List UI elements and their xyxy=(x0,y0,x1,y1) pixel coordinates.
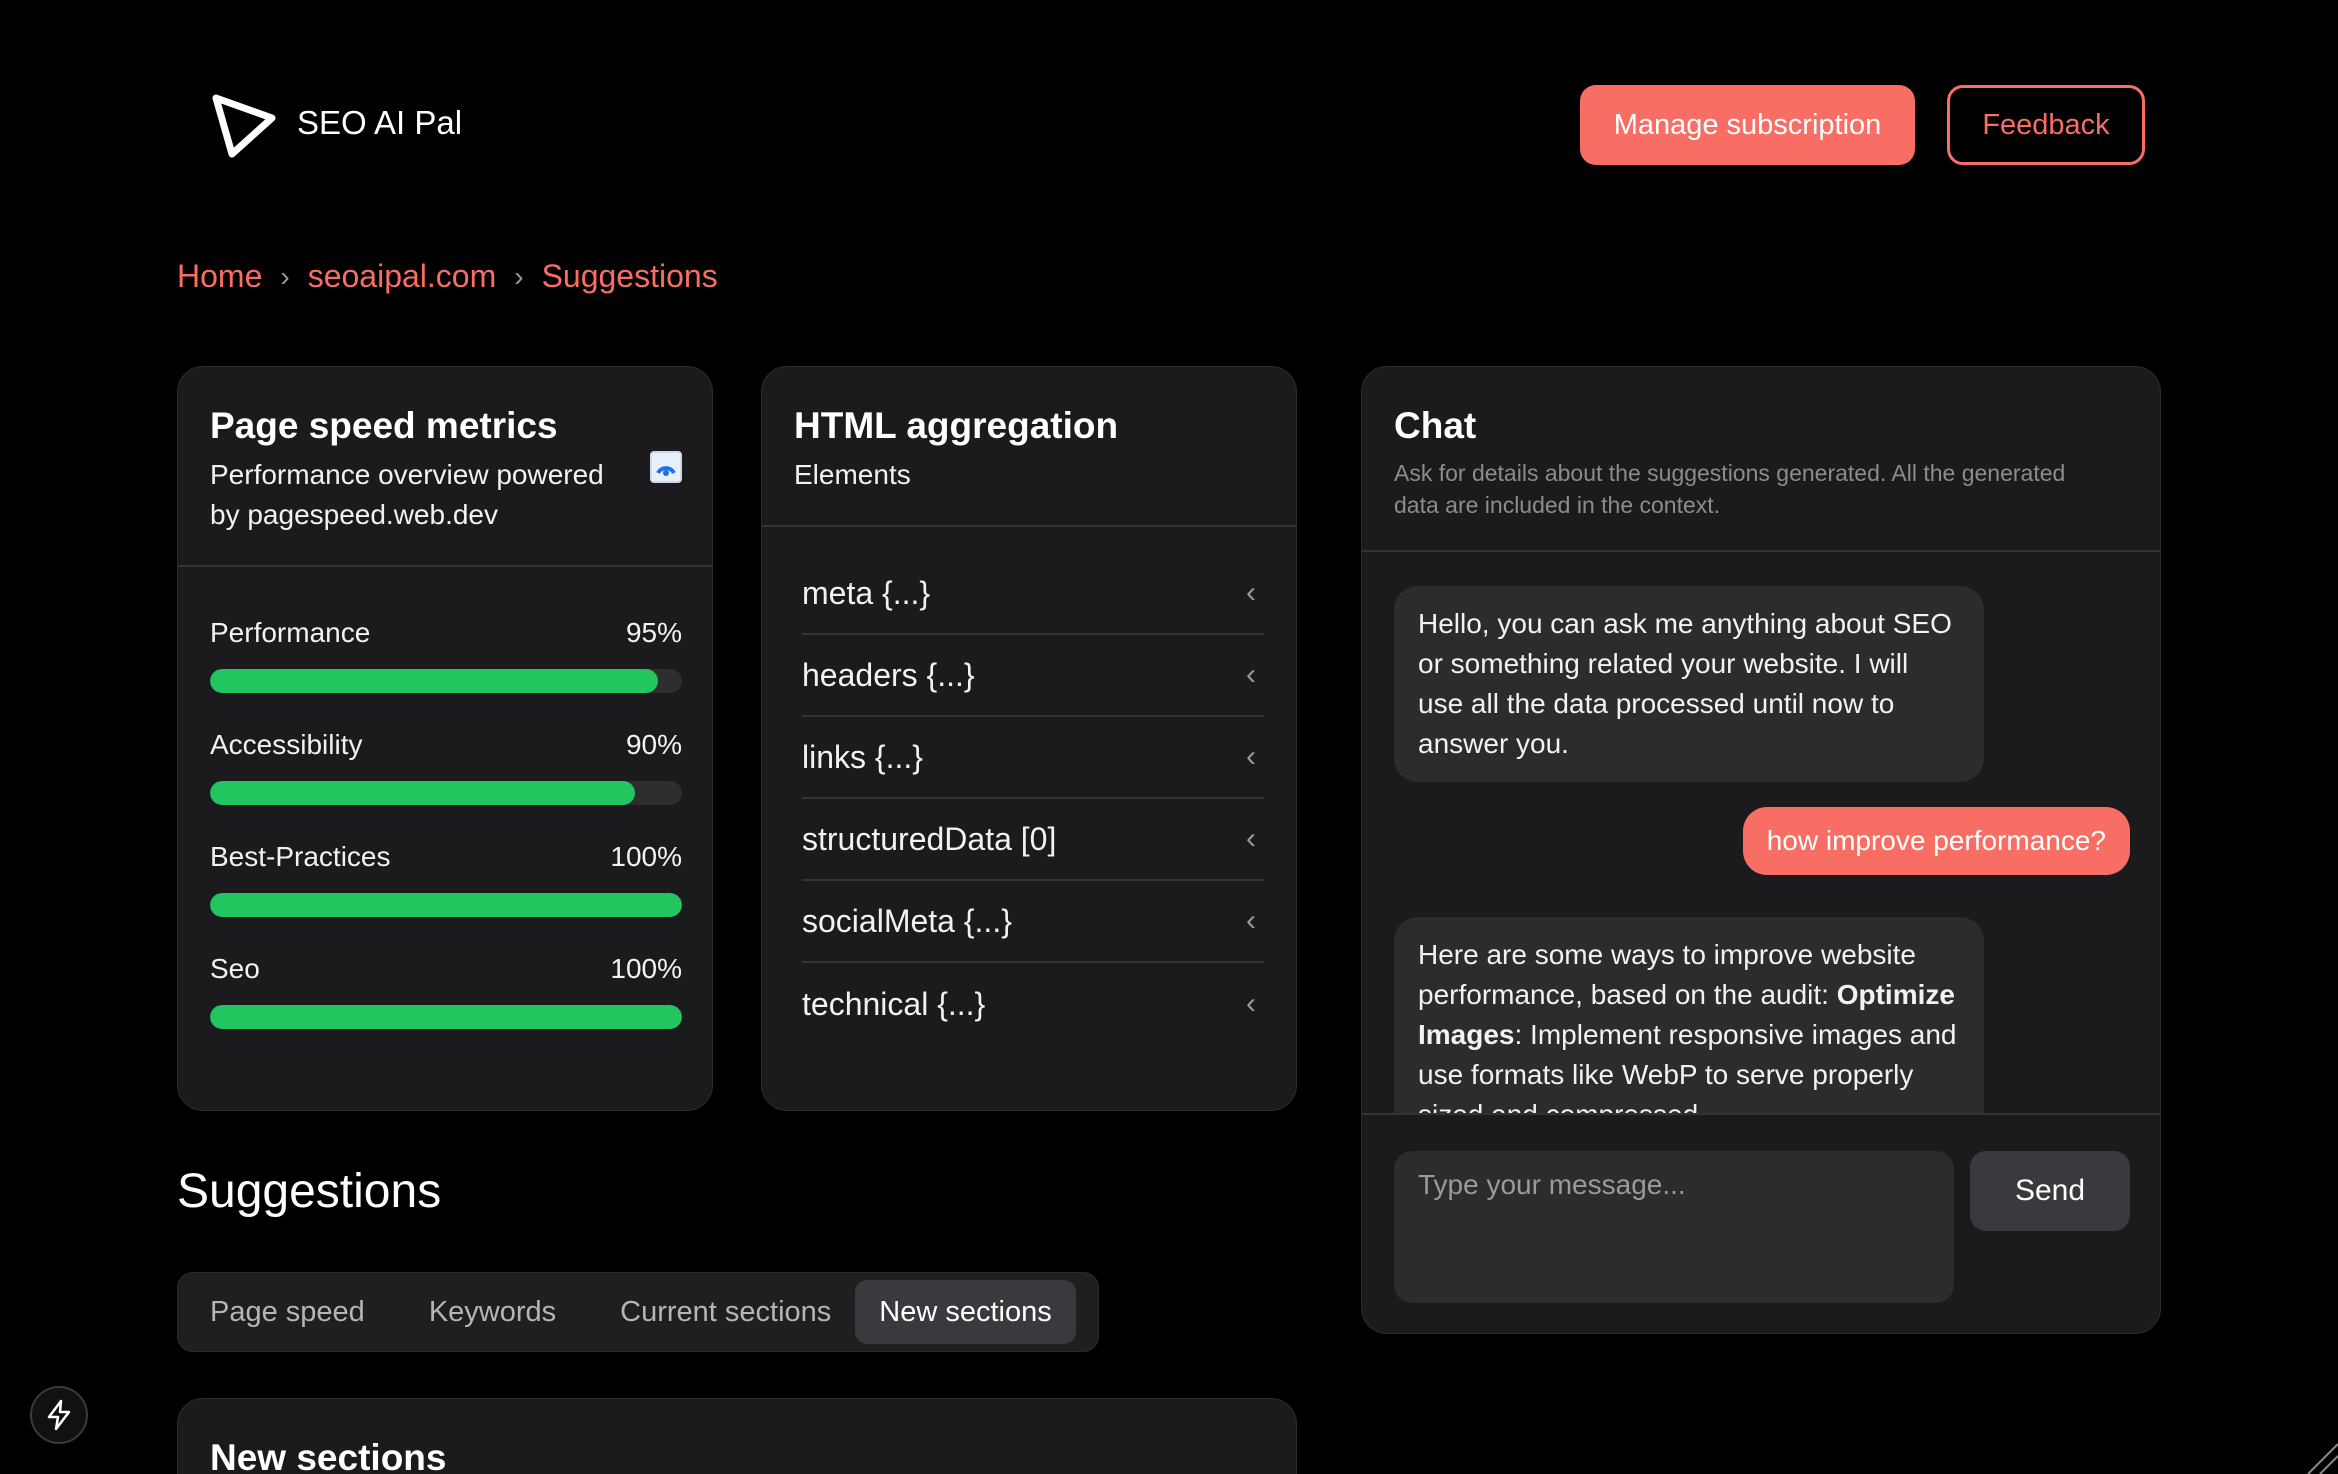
aggregation-item-social-meta[interactable]: socialMeta {...} ‹ xyxy=(802,881,1264,963)
breadcrumb-suggestions[interactable]: Suggestions xyxy=(542,258,718,295)
html-aggregation-card: HTML aggregation Elements meta {...} ‹ he… xyxy=(761,366,1297,1111)
metric-label: Best-Practices xyxy=(210,841,391,872)
chat-message-input[interactable] xyxy=(1394,1151,1954,1303)
aggregation-item-structured-data[interactable]: structuredData [0] ‹ xyxy=(802,799,1264,881)
metric-label: Accessibility xyxy=(210,729,363,760)
page-speed-title: Page speed metrics xyxy=(210,405,558,446)
metric-value: 95% xyxy=(625,617,682,648)
progress-fill xyxy=(210,893,682,917)
aggregation-item-label: links {...} xyxy=(802,738,923,775)
aggregation-item-meta[interactable]: meta {...} ‹ xyxy=(802,553,1264,635)
chat-card: Chat Ask for details about the suggestio… xyxy=(1361,366,2161,1334)
chevron-left-icon: ‹ xyxy=(1246,987,1256,1020)
resize-handle-icon[interactable] xyxy=(2298,1434,2338,1474)
suggestions-tabs: Page speed Keywords Current sections New… xyxy=(177,1272,1099,1352)
html-aggregation-subtitle: Elements xyxy=(794,459,911,490)
brand-name[interactable]: SEO AI Pal xyxy=(297,104,462,142)
chevron-left-icon: ‹ xyxy=(1246,822,1256,855)
aggregation-item-label: technical {...} xyxy=(802,985,986,1022)
chat-description: Ask for details about the suggestions ge… xyxy=(1394,460,2066,518)
chevron-right-icon: › xyxy=(280,260,290,292)
chevron-left-icon: ‹ xyxy=(1246,658,1256,691)
progress-bar xyxy=(210,1005,682,1029)
tab-page-speed[interactable]: Page speed xyxy=(210,1280,365,1344)
aggregation-list: meta {...} ‹ headers {...} ‹ links {...} ‹ … xyxy=(802,553,1264,1045)
metric-label: Performance xyxy=(210,617,371,648)
chevron-left-icon: ‹ xyxy=(1246,740,1256,773)
tab-current-sections[interactable]: Current sections xyxy=(620,1280,831,1344)
breadcrumb: Home › seoaipal.com › Suggestions xyxy=(177,258,718,295)
metric-best-practices: Best-Practices 100% xyxy=(210,841,682,917)
bot-message: Hello, you can ask me anything about SEO… xyxy=(1394,586,1984,782)
metric-performance: Performance 95% xyxy=(210,617,682,693)
html-aggregation-header: HTML aggregation Elements xyxy=(762,367,1296,527)
send-button[interactable]: Send xyxy=(1970,1151,2130,1231)
new-sections-title: New sections xyxy=(210,1437,447,1474)
breadcrumb-home[interactable]: Home xyxy=(177,258,262,295)
progress-fill xyxy=(210,781,635,805)
chevron-left-icon: ‹ xyxy=(1246,576,1256,609)
page-speed-header: Page speed metrics Performance overview … xyxy=(178,367,712,567)
progress-fill xyxy=(210,1005,682,1029)
tab-new-sections[interactable]: New sections xyxy=(855,1280,1076,1344)
feedback-button[interactable]: Feedback xyxy=(1947,85,2145,165)
chevron-left-icon: ‹ xyxy=(1246,904,1256,937)
manage-subscription-button[interactable]: Manage subscription xyxy=(1580,85,1915,165)
progress-fill xyxy=(210,669,659,693)
progress-bar xyxy=(210,893,682,917)
progress-bar xyxy=(210,669,682,693)
metric-accessibility: Accessibility 90% xyxy=(210,729,682,805)
breadcrumb-domain[interactable]: seoaipal.com xyxy=(308,258,497,295)
new-sections-card: New sections xyxy=(177,1398,1297,1474)
flash-icon[interactable] xyxy=(30,1386,88,1444)
progress-bar xyxy=(210,781,682,805)
user-message: how improve performance? xyxy=(1742,807,2130,875)
metric-label: Seo xyxy=(210,953,260,984)
bot-message: Here are some ways to improve website pe… xyxy=(1394,917,1984,1113)
aggregation-item-label: meta {...} xyxy=(802,574,931,611)
page-speed-subtitle: Performance overview powered by pagespee… xyxy=(210,459,604,530)
metric-value: 100% xyxy=(610,841,682,872)
metric-value: 90% xyxy=(625,729,682,760)
aggregation-item-label: socialMeta {...} xyxy=(802,902,1012,939)
logo-icon[interactable] xyxy=(208,92,276,160)
suggestions-heading: Suggestions xyxy=(177,1165,442,1218)
metric-value: 100% xyxy=(610,953,682,984)
tab-keywords[interactable]: Keywords xyxy=(429,1280,556,1344)
pagespeed-icon[interactable] xyxy=(650,451,682,483)
aggregation-item-label: structuredData [0] xyxy=(802,820,1057,857)
aggregation-item-links[interactable]: links {...} ‹ xyxy=(802,717,1264,799)
page-speed-card: Page speed metrics Performance overview … xyxy=(177,366,713,1111)
chat-header: Chat Ask for details about the suggestio… xyxy=(1362,367,2160,552)
metric-seo: Seo 100% xyxy=(210,953,682,1029)
aggregation-item-technical[interactable]: technical {...} ‹ xyxy=(802,963,1264,1045)
top-header: SEO AI Pal Manage subscription Feedback xyxy=(0,0,2338,250)
aggregation-item-label: headers {...} xyxy=(802,656,975,693)
chat-messages[interactable]: Hello, you can ask me anything about SEO… xyxy=(1362,553,2160,1115)
aggregation-item-headers[interactable]: headers {...} ‹ xyxy=(802,635,1264,717)
html-aggregation-title: HTML aggregation xyxy=(794,405,1119,446)
chevron-right-icon: › xyxy=(514,260,524,292)
chat-title: Chat xyxy=(1394,405,1477,446)
